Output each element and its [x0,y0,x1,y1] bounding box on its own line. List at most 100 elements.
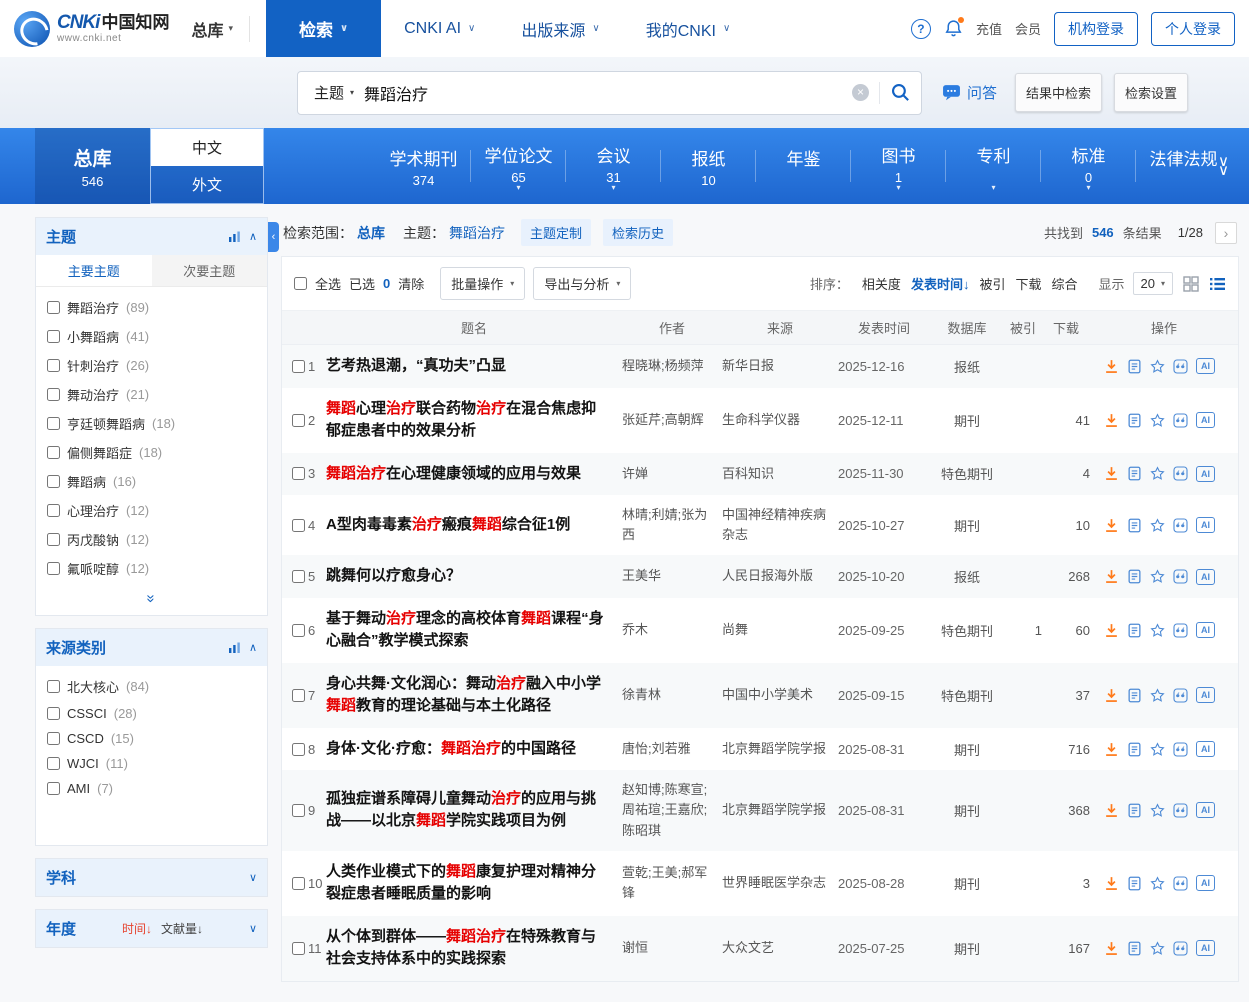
qa-button[interactable]: 问答 [942,82,997,103]
ai-icon[interactable]: AI [1196,569,1215,585]
sort-option-0[interactable]: 相关度 [862,277,901,292]
row-checkbox[interactable] [292,804,305,817]
result-title-link[interactable]: 人类作业模式下的舞蹈康复护理对精神分裂症患者睡眠质量的影响 [326,861,622,906]
result-source[interactable]: 北京舞蹈学院学报 [722,800,838,820]
favorite-icon[interactable] [1150,876,1165,891]
top-nav-item-0[interactable]: 检索∨ [266,0,381,57]
result-title-link[interactable]: 基于舞动治疗理念的高校体育舞蹈课程“身心融合”教学模式探索 [326,608,622,653]
quote-icon[interactable] [1173,623,1188,638]
collapse-section-icon[interactable]: ∧ [249,230,257,243]
sort-option-2[interactable]: 被引 [979,277,1005,292]
topic-filter-item[interactable]: 丙戊酸钠(12) [36,525,267,554]
db-tab-8[interactable]: 法律法规 [1136,128,1231,204]
batch-actions-button[interactable]: 批量操作 ▾ [440,267,525,300]
html-read-icon[interactable] [1127,941,1142,956]
row-checkbox[interactable] [292,519,305,532]
download-icon[interactable] [1104,518,1119,533]
top-nav-item-1[interactable]: CNKI AI∨ [404,20,475,38]
source-filter-item[interactable]: 北大核心(84) [36,672,267,701]
result-authors[interactable]: 程晓琳;杨频萍 [622,356,722,376]
html-read-icon[interactable] [1127,413,1142,428]
source-filter-item[interactable]: AMI(7) [36,776,267,801]
row-checkbox[interactable] [292,360,305,373]
select-all-checkbox[interactable] [294,277,307,290]
member-link[interactable]: 会员 [1015,19,1041,38]
html-read-icon[interactable] [1127,876,1142,891]
filter-checkbox[interactable] [47,504,60,517]
search-icon[interactable] [890,82,911,103]
ai-icon[interactable]: AI [1196,875,1215,891]
source-filter-item[interactable]: CSSCI(28) [36,701,267,726]
favorite-icon[interactable] [1150,466,1165,481]
sort-option-4[interactable]: 综合 [1051,277,1077,292]
filter-checkbox[interactable] [47,475,60,488]
result-authors[interactable]: 王美华 [622,566,722,586]
expand-more-topics[interactable]: » [36,587,267,615]
expand-section-icon[interactable]: ∨ [249,922,257,935]
top-nav-item-2[interactable]: 出版来源∨ [521,17,599,41]
filter-checkbox[interactable] [47,680,60,693]
html-read-icon[interactable] [1127,623,1142,638]
result-authors[interactable]: 张延芹;高朝辉 [622,410,722,430]
scope-value[interactable]: 总库 [357,223,385,243]
result-title-link[interactable]: 从个体到群体——舞蹈治疗在特殊教育与社会支持体系中的实践探索 [326,926,622,971]
export-analyze-button[interactable]: 导出与分析 ▾ [533,267,631,300]
row-checkbox[interactable] [292,877,305,890]
topic-filter-item[interactable]: 亨廷顿舞蹈病(18) [36,409,267,438]
filter-checkbox[interactable] [47,417,60,430]
html-read-icon[interactable] [1127,569,1142,584]
row-checkbox[interactable] [292,942,305,955]
result-authors[interactable]: 乔木 [622,620,722,640]
quote-icon[interactable] [1173,569,1188,584]
result-authors[interactable]: 谢恒 [622,938,722,958]
personal-login-button[interactable]: 个人登录 [1151,12,1235,46]
html-read-icon[interactable] [1127,466,1142,481]
source-filter-item[interactable]: CSCD(15) [36,726,267,751]
list-view-icon[interactable] [1209,276,1226,292]
ai-icon[interactable]: AI [1196,622,1215,638]
favorite-icon[interactable] [1150,688,1165,703]
favorite-icon[interactable] [1150,569,1165,584]
lang-foreign-toggle[interactable]: 外文 [151,166,263,203]
chevron-double-down-icon[interactable]: ∨∨ [1218,157,1229,175]
sort-option-3[interactable]: 下载 [1015,277,1041,292]
filter-checkbox[interactable] [47,732,60,745]
quote-icon[interactable] [1173,742,1188,757]
row-checkbox[interactable] [292,624,305,637]
search-settings-button[interactable]: 检索设置 [1114,73,1188,112]
result-authors[interactable]: 许婵 [622,464,722,484]
ai-icon[interactable]: AI [1196,466,1215,482]
result-title-link[interactable]: 舞蹈心理治疗联合药物治疗在混合焦虑抑郁症患者中的效果分析 [326,398,622,443]
db-tab-5[interactable]: 图书1▾ [851,128,946,204]
favorite-icon[interactable] [1150,518,1165,533]
download-icon[interactable] [1104,876,1119,891]
favorite-icon[interactable] [1150,941,1165,956]
favorite-icon[interactable] [1150,623,1165,638]
favorite-icon[interactable] [1150,413,1165,428]
result-title-link[interactable]: 跳舞何以疗愈身心？ [326,565,622,588]
result-authors[interactable]: 徐青林 [622,685,722,705]
row-checkbox[interactable] [292,414,305,427]
notification-bell-icon[interactable] [944,19,963,38]
topic-value[interactable]: 舞蹈治疗 [449,223,505,243]
filter-checkbox[interactable] [47,359,60,372]
result-source[interactable]: 世界睡眠医学杂志 [722,873,838,893]
filter-checkbox[interactable] [47,707,60,720]
download-icon[interactable] [1104,569,1119,584]
html-read-icon[interactable] [1127,742,1142,757]
ai-icon[interactable]: AI [1196,358,1215,374]
source-filter-item[interactable]: WJCI(11) [36,751,267,776]
quote-icon[interactable] [1173,688,1188,703]
org-login-button[interactable]: 机构登录 [1054,12,1138,46]
db-tab-total[interactable]: 总库 546 [35,128,150,204]
download-icon[interactable] [1104,413,1119,428]
ai-icon[interactable]: AI [1196,687,1215,703]
result-source[interactable]: 大众文艺 [722,938,838,958]
year-sort-count[interactable]: 文献量↓ [161,920,203,937]
sort-option-1[interactable]: 发表时间↓ [911,277,970,292]
result-source[interactable]: 生命科学仪器 [722,410,838,430]
filter-checkbox[interactable] [47,388,60,401]
filter-checkbox[interactable] [47,446,60,459]
result-source[interactable]: 中国神经精神疾病杂志 [722,505,838,545]
row-checkbox[interactable] [292,689,305,702]
